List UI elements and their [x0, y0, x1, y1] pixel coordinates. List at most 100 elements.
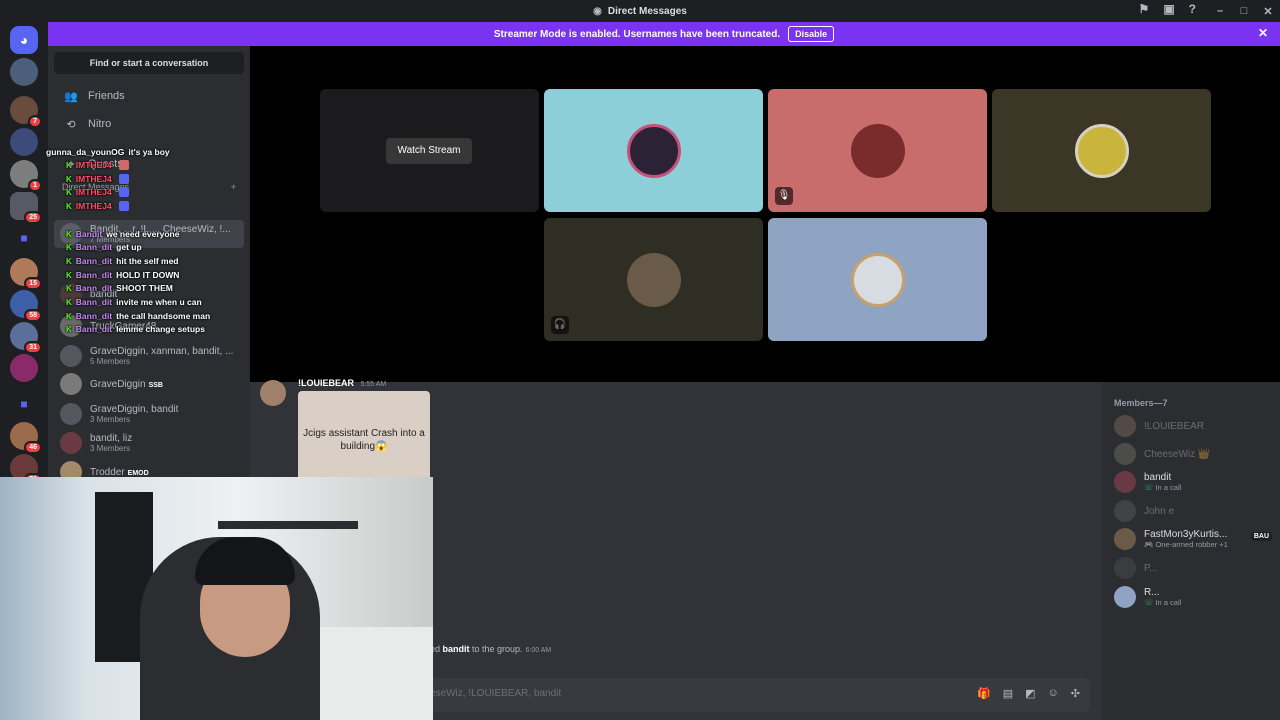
disable-button[interactable]: Disable — [788, 26, 835, 42]
member-name: John e — [1144, 505, 1175, 517]
window-controls: – □ ✕ — [1208, 0, 1280, 22]
help-icon[interactable]: ? — [1189, 2, 1196, 16]
message-author[interactable]: !LOUIEBEAR — [298, 378, 354, 388]
overlay-line: K Bann_dit get up — [66, 242, 142, 252]
participant-tile[interactable] — [544, 89, 763, 212]
server-icon[interactable]: 31 — [10, 322, 42, 354]
stream-tile[interactable]: Watch Stream — [320, 89, 539, 212]
overlay-user: IMTHEJ4 — [75, 187, 112, 197]
member-name: bandit — [1144, 472, 1172, 483]
gift-icon[interactable]: 🎁 — [977, 687, 991, 700]
folder-icon[interactable]: ■ — [10, 224, 38, 252]
member-item[interactable]: CheeseWiz 👑 — [1114, 442, 1280, 466]
video-attachment[interactable]: Jcigs assistant Crash into a building😱 — [298, 391, 430, 483]
member-item[interactable]: bandit ☏ In a call — [1114, 470, 1280, 494]
dm-name: GraveDiggin SSB — [90, 379, 163, 390]
kick-icon: K — [66, 229, 72, 239]
dm-name: Trodder EMOD — [90, 467, 149, 478]
nav-friends[interactable]: 👥 Friends — [48, 82, 250, 110]
server-icon[interactable]: 58 — [10, 290, 42, 322]
apps-icon[interactable]: ✣ — [1071, 687, 1080, 700]
server-icon[interactable]: 7 — [10, 96, 42, 128]
minimize-button[interactable]: – — [1208, 5, 1232, 17]
overlay-line: K IMTHEJ4 — [66, 201, 129, 211]
overlay-text: hit the self med — [116, 256, 179, 266]
server-icon[interactable] — [10, 58, 38, 86]
nav-label: Nitro — [88, 118, 112, 130]
dm-item[interactable]: bandit, liz 3 Members — [54, 429, 244, 457]
system-text: to the group. — [469, 644, 523, 654]
server-icon[interactable] — [10, 354, 38, 382]
close-icon[interactable]: ✕ — [1258, 26, 1268, 40]
nav-nitro[interactable]: ⟲ Nitro — [48, 110, 250, 138]
kick-icon: K — [66, 201, 72, 211]
message-placeholder: eseWiz, !LOUIEBEAR, bandit — [430, 688, 562, 699]
nitro-icon: ⟲ — [66, 118, 76, 131]
kick-icon: K — [66, 297, 72, 307]
system-user[interactable]: bandit — [443, 644, 470, 654]
kick-icon: K — [66, 311, 72, 321]
member-item[interactable]: R... ☏ In a call — [1114, 585, 1280, 609]
overlay-user: gunna_da_younOG — [46, 147, 125, 157]
participant-tile[interactable] — [992, 89, 1211, 212]
overlay-user: Bann_dit — [75, 297, 113, 307]
avatar — [1114, 471, 1136, 493]
dm-name-text: Trodder — [90, 466, 125, 478]
discord-window: ◉ Direct Messages ⚑ ▣ ? – □ ✕ ◕ 7 1 25 ■… — [0, 0, 1280, 720]
overlay-text: HOLD IT DOWN — [116, 270, 180, 280]
message-input[interactable]: eseWiz, !LOUIEBEAR, bandit 🎁 ▤ ◩ ☺ ✣ — [430, 678, 1090, 712]
maximize-button[interactable]: □ — [1232, 5, 1256, 17]
message-header: !LOUIEBEAR 5:55 AM — [298, 378, 386, 388]
overlay-line: K Bandit we need everyone — [66, 229, 179, 239]
member-item[interactable]: !LOUIEBEAR — [1114, 414, 1280, 438]
server-icon[interactable]: 46 — [10, 422, 42, 454]
participant-tile[interactable] — [768, 218, 987, 341]
avatar — [60, 432, 82, 454]
overlay-text: the call handsome man — [116, 311, 211, 321]
watch-stream-button[interactable]: Watch Stream — [386, 138, 472, 164]
member-item[interactable]: FastMon3yKurtis... 🎮 One-armed robber +1 … — [1114, 527, 1280, 551]
inbox-icon[interactable]: ▣ — [1163, 2, 1174, 16]
unread-badge: 15 — [24, 277, 42, 290]
in-call-icon: ☏ — [1144, 483, 1156, 492]
webcam-shelf — [218, 521, 358, 529]
server-icon[interactable] — [10, 128, 38, 156]
avatar — [1114, 586, 1136, 608]
overlay-line: K Bann_dit hit the self med — [66, 256, 179, 266]
sticker-icon[interactable]: ◩ — [1025, 687, 1035, 700]
banner-text: Streamer Mode is enabled. Usernames have… — [493, 28, 781, 40]
server-icon[interactable]: 25 — [10, 192, 42, 224]
avatar — [260, 380, 286, 406]
overlay-line: gunna_da_younOG it's ya boy — [46, 147, 170, 157]
dm-item[interactable]: GraveDiggin SSB — [54, 370, 244, 398]
search-input[interactable]: Find or start a conversation — [54, 52, 244, 74]
emoji-icon[interactable]: ☺ — [1048, 687, 1059, 700]
add-dm-icon[interactable]: + — [231, 182, 236, 192]
participant-tile[interactable]: 🎧 — [544, 218, 763, 341]
avatar — [60, 373, 82, 395]
member-item[interactable]: John e — [1114, 499, 1280, 523]
server-icon[interactable]: 15 — [10, 258, 42, 290]
dm-item[interactable]: GraveDiggin, bandit 3 Members — [54, 400, 244, 428]
gif-icon[interactable]: ▤ — [1003, 687, 1013, 700]
window-title: Direct Messages — [607, 5, 687, 17]
participant-tile[interactable]: 🎙 — [768, 89, 987, 212]
server-icon[interactable]: 1 — [10, 160, 42, 192]
folder-icon[interactable]: ■ — [10, 390, 38, 418]
overlay-line: K IMTHEJ4 — [66, 174, 129, 184]
home-button[interactable]: ◕ — [10, 26, 38, 54]
dm-item[interactable]: GraveDiggin, xanman, bandit, ... 5 Member… — [54, 342, 244, 370]
friends-icon: 👥 — [64, 90, 78, 103]
member-item[interactable]: P... — [1114, 556, 1280, 580]
flag-icon[interactable]: ⚑ — [1139, 2, 1150, 16]
member-status: ☏ In a call — [1144, 483, 1181, 492]
server-tag: BAU — [1250, 532, 1272, 541]
overlay-user: Bann_dit — [75, 324, 113, 334]
member-list: Members—7 !LOUIEBEAR CheeseWiz 👑 bandit ☏… — [1102, 382, 1280, 720]
close-window-button[interactable]: ✕ — [1256, 5, 1280, 18]
system-message: ed bandit to the group. 6:00 AM — [430, 644, 551, 654]
overlay-line: K IMTHEJ4 — [66, 187, 129, 197]
avatar — [850, 252, 905, 307]
server-tag: EMOD — [127, 469, 149, 477]
overlay-user: Bann_dit — [75, 242, 113, 252]
